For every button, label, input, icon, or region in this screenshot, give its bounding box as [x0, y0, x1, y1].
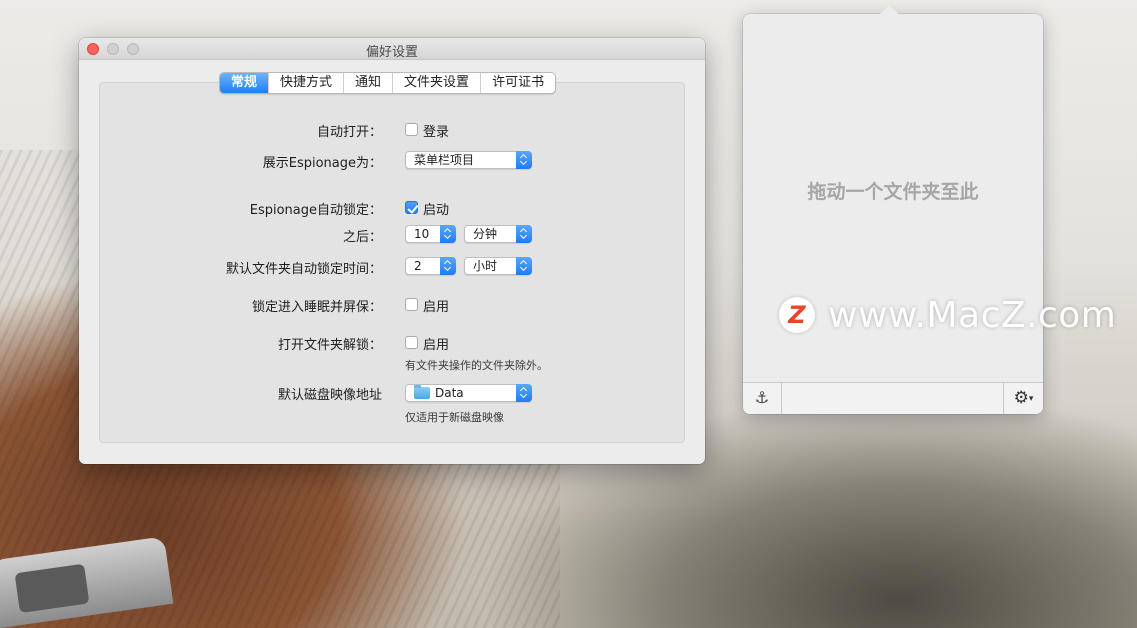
chevron-updown-icon	[516, 257, 532, 275]
default-lock-unit-value: 小时	[473, 259, 498, 273]
gear-menu-button[interactable]: ⚙▾	[1003, 383, 1043, 414]
folder-icon	[414, 385, 430, 399]
chevron-updown-icon	[516, 384, 532, 402]
lock-sleep-checkbox-label[interactable]: 启用	[423, 296, 449, 315]
disk-image-value: Data	[435, 386, 464, 400]
show-as-label: 展示Espionage为：	[262, 156, 382, 171]
unlock-on-open-checkbox-label[interactable]: 启用	[423, 334, 449, 353]
auto-lock-checkbox[interactable]	[405, 201, 418, 214]
default-lock-unit-select[interactable]: 小时	[464, 257, 532, 275]
watermark-text: www.MacZ.com	[828, 294, 1117, 336]
unlock-on-open-checkbox[interactable]	[405, 336, 418, 349]
disk-image-hint: 仅适用于新磁盘映像	[405, 411, 504, 424]
lock-sleep-checkbox[interactable]	[405, 298, 418, 311]
show-as-value: 菜单栏项目	[414, 153, 475, 167]
unlock-on-open-label: 打开文件夹解锁：	[277, 338, 382, 353]
tab-shortcuts[interactable]: 快捷方式	[269, 73, 345, 93]
tab-notifications[interactable]: 通知	[344, 73, 394, 93]
tab-general[interactable]: 常规	[220, 73, 270, 93]
chevron-down-icon: ▾	[1028, 394, 1034, 404]
drop-popover: 拖动一个文件夹至此 ⚓ ⚙▾	[743, 5, 1043, 414]
tab-bar: 常规 快捷方式 通知 文件夹设置 许可证书	[219, 72, 557, 94]
auto-open-label: 自动打开：	[316, 125, 382, 140]
chevron-updown-icon	[516, 151, 532, 169]
after-unit-select[interactable]: 分钟	[464, 225, 532, 243]
show-as-select[interactable]: 菜单栏项目	[405, 151, 532, 169]
drop-zone-text[interactable]: 拖动一个文件夹至此	[743, 177, 1043, 204]
login-checkbox-label[interactable]: 登录	[423, 121, 449, 140]
after-label: 之后：	[342, 230, 382, 245]
gear-icon: ⚙	[1013, 388, 1029, 408]
disk-image-select[interactable]: Data	[405, 384, 532, 402]
anchor-button[interactable]: ⚓	[743, 383, 782, 414]
after-amount-select[interactable]: 10	[405, 225, 456, 243]
watermark-logo: Z	[779, 297, 815, 333]
camera-lens	[14, 563, 90, 614]
popover-toolbar: ⚓ ⚙▾	[743, 382, 1043, 414]
default-lock-amount-select[interactable]: 2	[405, 257, 456, 275]
watermark: Z www.MacZ.com	[779, 294, 1117, 336]
auto-lock-label: Espionage自动锁定：	[249, 203, 382, 218]
disk-image-label: 默认磁盘映像地址	[277, 388, 382, 403]
chevron-updown-icon	[440, 257, 456, 275]
default-lock-time-label: 默认文件夹自动锁定时间：	[225, 262, 382, 277]
chevron-updown-icon	[516, 225, 532, 243]
chevron-updown-icon	[440, 225, 456, 243]
popover-arrow	[880, 5, 898, 14]
preferences-window: 偏好设置 常规 快捷方式 通知 文件夹设置 许可证书 自动打开： 登录 展示Es…	[79, 38, 705, 464]
after-unit-value: 分钟	[473, 227, 498, 241]
title-bar: 偏好设置	[79, 38, 705, 60]
general-panel	[99, 82, 685, 443]
default-lock-amount-value: 2	[414, 259, 422, 273]
window-title: 偏好设置	[365, 45, 418, 60]
unlock-on-open-hint: 有文件夹操作的文件夹除外。	[405, 359, 548, 372]
tab-folder-settings[interactable]: 文件夹设置	[393, 73, 482, 93]
tab-license[interactable]: 许可证书	[481, 73, 555, 93]
login-checkbox[interactable]	[405, 123, 418, 136]
after-amount-value: 10	[414, 227, 430, 241]
auto-lock-checkbox-label[interactable]: 启动	[423, 199, 449, 218]
anchor-icon: ⚓	[754, 388, 770, 407]
lock-sleep-label: 锁定进入睡眠并屏保：	[251, 300, 382, 315]
